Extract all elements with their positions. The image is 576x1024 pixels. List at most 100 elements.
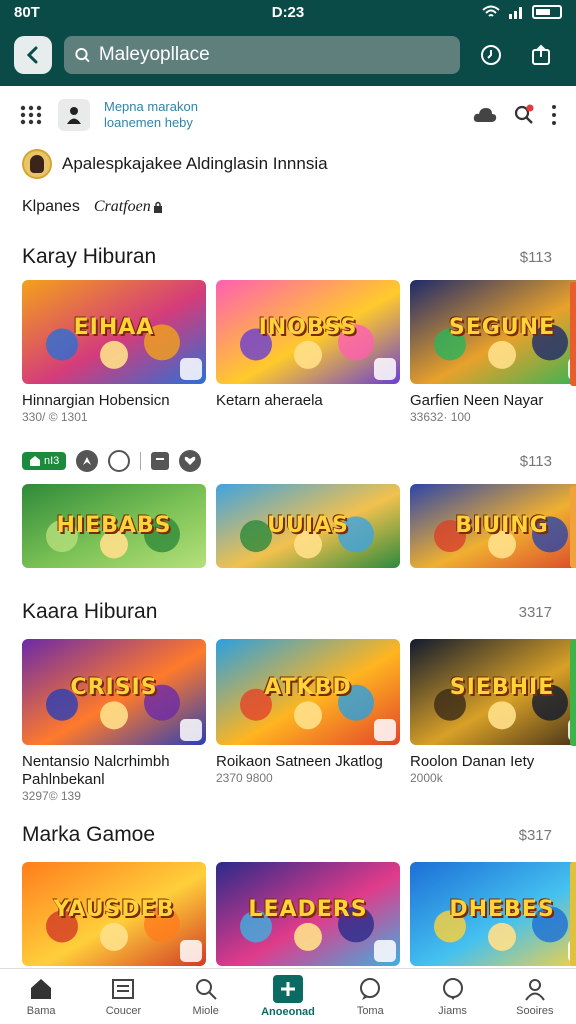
tab-klpanes[interactable]: Klpanes xyxy=(22,198,80,216)
nav-label: Coucer xyxy=(105,1005,142,1017)
promo-line-1: Mepna marakon xyxy=(104,99,198,114)
thumbnail-title: CRISIS xyxy=(70,675,158,701)
app-bar xyxy=(0,24,576,86)
game-card[interactable]: LEADERS xyxy=(216,862,400,966)
compass-icon[interactable] xyxy=(76,450,99,472)
section-count[interactable]: $113 xyxy=(520,249,552,266)
game-card[interactable]: BIUING xyxy=(410,484,576,568)
game-card[interactable]: HIEBABS xyxy=(22,484,206,568)
arrow-left-icon xyxy=(26,46,38,64)
section-kaara-hiburan: Kaara Hiburan 3317 CRISIS Nentansio Nalcr… xyxy=(0,595,576,803)
nav-label: Sooires xyxy=(516,1005,554,1017)
game-card[interactable]: ATKBD Roikaon Satneen Jkatlog 2370 9800 xyxy=(216,639,400,803)
card-row: CRISIS Nentansio Nalcrhimbh Pahlnbekanl 329… xyxy=(0,639,576,803)
nav-messages[interactable]: Jiams xyxy=(411,969,493,1024)
game-title: Roikaon Satneen Jkatlog xyxy=(216,753,383,770)
section-featured: nI3 $113 HIEBABS UUIAS BIUING xyxy=(0,446,576,568)
promo-text[interactable]: Mepna marakon loanemen heby xyxy=(104,99,198,131)
tab-cratfoen[interactable]: Cratfoen xyxy=(94,198,151,216)
nav-search[interactable]: Miole xyxy=(165,969,247,1024)
game-thumbnail[interactable]: LEADERS xyxy=(216,862,400,966)
badge-icon xyxy=(374,358,396,380)
game-card[interactable]: CRISIS Nentansio Nalcrhimbh Pahlnbekanl 329… xyxy=(22,639,206,803)
thumbnail-title: SEGUNE xyxy=(448,315,556,341)
nav-label: Anoeonad xyxy=(261,1006,315,1018)
game-card[interactable]: SEGUNE Garfien Neen Nayar 33632· 100 xyxy=(410,280,576,424)
game-thumbnail[interactable]: SIEBHIE xyxy=(410,639,576,745)
game-card[interactable]: YAUSDEB xyxy=(22,862,206,966)
status-left: 80T xyxy=(14,3,40,21)
game-thumbnail[interactable]: BIUING xyxy=(410,484,576,568)
game-meta-secondary: 3297© 139 xyxy=(22,789,81,803)
nav-home[interactable]: Bama xyxy=(0,969,82,1024)
game-card[interactable]: DHEBES xyxy=(410,862,576,966)
filter-chip[interactable]: nI3 xyxy=(22,452,67,470)
thumbnail-title: HIEBABS xyxy=(56,512,172,538)
cloud-icon[interactable] xyxy=(472,105,498,125)
nav-label: Bama xyxy=(26,1005,56,1017)
badge-icon xyxy=(374,940,396,962)
chat-icon[interactable] xyxy=(108,450,131,472)
thumbnail-title: UUIAS xyxy=(267,512,349,538)
card-peek xyxy=(570,282,576,386)
more-vert-icon[interactable] xyxy=(550,104,558,126)
nav-profile[interactable]: Sooires xyxy=(494,969,576,1024)
person-icon xyxy=(67,107,81,124)
profile-shortcut-button[interactable] xyxy=(58,99,90,131)
grid-menu-icon[interactable] xyxy=(18,105,44,125)
search-input[interactable] xyxy=(98,44,450,66)
share-button[interactable] xyxy=(522,36,560,74)
game-thumbnail[interactable]: YAUSDEB xyxy=(22,862,206,966)
nav-list[interactable]: Coucer xyxy=(82,969,164,1024)
wifi-icon xyxy=(482,5,500,17)
clock-icon xyxy=(481,45,501,65)
game-meta: 33632· 100 xyxy=(410,410,471,424)
toolbar-actions xyxy=(472,103,558,127)
search-notification-icon[interactable] xyxy=(512,103,536,127)
section-karay-hiburan: Karay Hiburan $113 EIHAA Hinnargian Hoben… xyxy=(0,240,576,424)
section-count[interactable]: $113 xyxy=(520,453,552,470)
nav-add[interactable]: Anoeonad xyxy=(247,969,329,1024)
game-card[interactable]: EIHAA Hinnargian Hobensicn 330/ © 1301 xyxy=(22,280,206,424)
card-peek xyxy=(570,862,576,966)
game-thumbnail[interactable]: HIEBABS xyxy=(22,484,206,568)
game-meta: 2370 9800 xyxy=(216,771,273,785)
game-thumbnail[interactable]: ATKBD xyxy=(216,639,400,745)
avatar xyxy=(22,149,52,179)
game-meta: Pahlnbekanl xyxy=(22,771,105,788)
lock-icon xyxy=(153,201,162,213)
section-count[interactable]: $317 xyxy=(519,827,552,844)
image-icon[interactable] xyxy=(151,452,170,470)
profile-icon xyxy=(521,976,549,1002)
search-bar[interactable] xyxy=(64,36,460,74)
user-row[interactable]: Apalespkajakee Aldinglasin Innnsia xyxy=(0,144,576,184)
game-thumbnail[interactable]: EIHAA xyxy=(22,280,206,384)
game-thumbnail[interactable]: INOBSS xyxy=(216,280,400,384)
game-thumbnail[interactable]: SEGUNE xyxy=(410,280,576,384)
game-thumbnail[interactable]: DHEBES xyxy=(410,862,576,966)
bottom-nav: Bama Coucer Miole Anoeonad Toma Jiams So… xyxy=(0,968,576,1024)
filter-chip-row: nI3 $113 xyxy=(0,446,576,476)
game-thumbnail[interactable]: CRISIS xyxy=(22,639,206,745)
game-card[interactable]: INOBSS Ketarn aheraela xyxy=(216,280,400,424)
signal-icon xyxy=(509,7,522,19)
nav-chat[interactable]: Toma xyxy=(329,969,411,1024)
chat-bubble-icon xyxy=(356,976,384,1002)
game-card[interactable]: SIEBHIE Roolon Danan Iety 2000k xyxy=(410,639,576,803)
game-thumbnail[interactable]: UUIAS xyxy=(216,484,400,568)
thumbnail-title: BIUING xyxy=(455,512,549,538)
history-button[interactable] xyxy=(472,36,510,74)
game-title: Ketarn aheraela xyxy=(216,392,323,409)
section-count[interactable]: 3317 xyxy=(519,604,552,621)
heart-icon[interactable] xyxy=(179,450,202,472)
toolbar-row: Mepna marakon loanemen heby xyxy=(0,86,576,144)
badge-icon xyxy=(374,719,396,741)
game-meta: 330/ © 1301 xyxy=(22,410,88,424)
game-card[interactable]: UUIAS xyxy=(216,484,400,568)
store-icon xyxy=(30,456,40,466)
back-button[interactable] xyxy=(14,36,52,74)
section-title: Karay Hiburan xyxy=(22,245,157,268)
section-header: Karay Hiburan $113 xyxy=(0,240,576,274)
message-icon xyxy=(439,976,467,1002)
section-marka-gamoe: Marka Gamoe $317 YAUSDEB LEADERS DHEBES xyxy=(0,818,576,966)
